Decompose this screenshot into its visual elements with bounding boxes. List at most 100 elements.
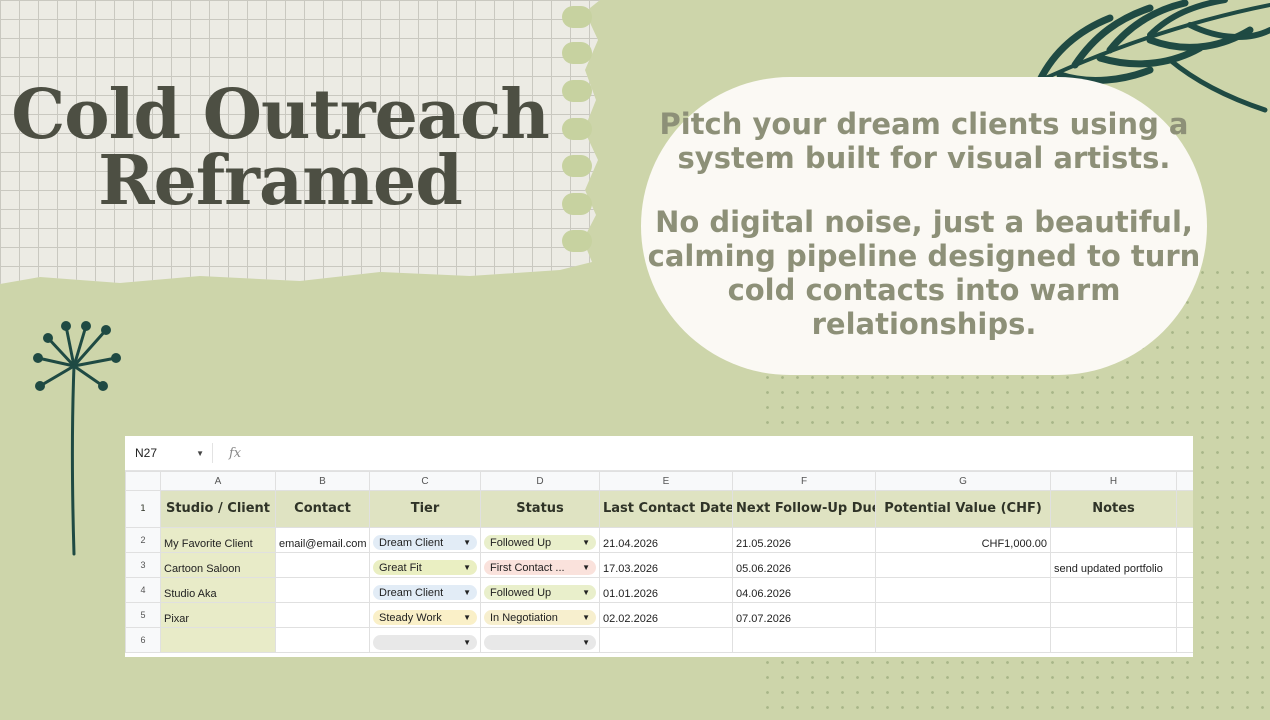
value-cell[interactable] xyxy=(875,552,1051,578)
header-cell[interactable]: Next Follow-Up Due xyxy=(732,490,876,528)
notes-cell[interactable] xyxy=(1050,627,1177,653)
empty-cell[interactable] xyxy=(1176,527,1193,553)
next-followup-cell[interactable]: 04.06.2026 xyxy=(732,577,876,603)
row-number[interactable]: 6 xyxy=(125,627,161,653)
status-cell[interactable]: In Negotiation ▼ xyxy=(480,602,600,628)
column-header[interactable]: E xyxy=(599,471,733,491)
tier-dropdown[interactable]: ▼ xyxy=(373,635,477,650)
row-number[interactable]: 5 xyxy=(125,602,161,628)
last-contact-cell[interactable] xyxy=(599,627,733,653)
dropdown-arrow-icon: ▼ xyxy=(582,638,590,647)
dropdown-arrow-icon: ▼ xyxy=(463,538,471,547)
header-cell[interactable]: Last Contact Date xyxy=(599,490,733,528)
header-cell[interactable] xyxy=(1176,490,1193,528)
table-row: 5 Pixar Steady Work ▼ In Negotiation ▼ 02.02.2… xyxy=(125,602,1193,628)
tier-cell[interactable]: Dream Client ▼ xyxy=(369,527,481,553)
notes-cell[interactable] xyxy=(1050,577,1177,603)
next-followup-cell[interactable] xyxy=(732,627,876,653)
client-cell[interactable]: My Favorite Client xyxy=(160,527,276,553)
chevron-down-icon: ▼ xyxy=(196,448,204,458)
next-followup-cell[interactable]: 05.06.2026 xyxy=(732,552,876,578)
tier-dropdown[interactable]: Steady Work ▼ xyxy=(373,610,477,625)
contact-cell[interactable] xyxy=(275,577,370,603)
status-value: First Contact ... xyxy=(490,561,565,574)
dropdown-arrow-icon: ▼ xyxy=(463,638,471,647)
pitch-bubble: Pitch your dream clients using a system … xyxy=(641,77,1207,375)
fx-icon: fx xyxy=(229,445,242,461)
column-header[interactable]: G xyxy=(875,471,1051,491)
empty-cell[interactable] xyxy=(1176,577,1193,603)
notes-cell[interactable] xyxy=(1050,602,1177,628)
column-header[interactable]: H xyxy=(1050,471,1177,491)
column-header[interactable]: F xyxy=(732,471,876,491)
header-cell[interactable]: Potential Value (CHF) xyxy=(875,490,1051,528)
contact-cell[interactable] xyxy=(275,552,370,578)
header-cell[interactable]: Notes xyxy=(1050,490,1177,528)
name-box[interactable]: N27 ▼ xyxy=(125,443,213,463)
row-number[interactable]: 2 xyxy=(125,527,161,553)
last-contact-cell[interactable]: 01.01.2026 xyxy=(599,577,733,603)
row-number[interactable]: 4 xyxy=(125,577,161,603)
empty-cell[interactable] xyxy=(1176,602,1193,628)
value-cell[interactable] xyxy=(875,602,1051,628)
client-cell[interactable] xyxy=(160,627,276,653)
tier-dropdown[interactable]: Great Fit ▼ xyxy=(373,560,477,575)
header-cell[interactable]: Status xyxy=(480,490,600,528)
select-all-corner[interactable] xyxy=(125,471,161,491)
header-cell[interactable]: Contact xyxy=(275,490,370,528)
contact-cell[interactable]: email@email.com xyxy=(275,527,370,553)
dropdown-arrow-icon: ▼ xyxy=(582,538,590,547)
tier-cell[interactable]: Steady Work ▼ xyxy=(369,602,481,628)
status-dropdown[interactable]: First Contact ... ▼ xyxy=(484,560,596,575)
tier-value: Steady Work xyxy=(379,611,442,624)
tier-dropdown[interactable]: Dream Client ▼ xyxy=(373,535,477,550)
column-header[interactable]: C xyxy=(369,471,481,491)
last-contact-cell[interactable]: 17.03.2026 xyxy=(599,552,733,578)
tier-value: Dream Client xyxy=(379,586,444,599)
tier-dropdown[interactable]: Dream Client ▼ xyxy=(373,585,477,600)
status-dropdown[interactable]: Followed Up ▼ xyxy=(484,585,596,600)
status-dropdown[interactable]: ▼ xyxy=(484,635,596,650)
row-number[interactable]: 3 xyxy=(125,552,161,578)
status-cell[interactable]: Followed Up ▼ xyxy=(480,577,600,603)
value-cell[interactable] xyxy=(875,577,1051,603)
status-cell[interactable]: Followed Up ▼ xyxy=(480,527,600,553)
page-title: Cold Outreach Reframed xyxy=(11,75,550,221)
row-number[interactable]: 1 xyxy=(125,490,161,528)
client-cell[interactable]: Studio Aka xyxy=(160,577,276,603)
client-cell[interactable]: Cartoon Saloon xyxy=(160,552,276,578)
column-header[interactable] xyxy=(1176,471,1193,491)
header-cell[interactable]: Tier xyxy=(369,490,481,528)
last-contact-cell[interactable]: 02.02.2026 xyxy=(599,602,733,628)
tier-cell[interactable]: ▼ xyxy=(369,627,481,653)
last-contact-cell[interactable]: 21.04.2026 xyxy=(599,527,733,553)
next-followup-cell[interactable]: 07.07.2026 xyxy=(732,602,876,628)
pitch-line-2: No digital noise, just a beautiful, calm… xyxy=(647,205,1201,341)
column-header[interactable]: A xyxy=(160,471,276,491)
status-dropdown[interactable]: In Negotiation ▼ xyxy=(484,610,596,625)
empty-cell[interactable] xyxy=(1176,552,1193,578)
column-header[interactable]: D xyxy=(480,471,600,491)
contact-cell[interactable] xyxy=(275,602,370,628)
value-cell[interactable] xyxy=(875,627,1051,653)
status-dropdown[interactable]: Followed Up ▼ xyxy=(484,535,596,550)
column-header-row: A B C D E F G H xyxy=(125,471,1193,491)
client-cell[interactable]: Pixar xyxy=(160,602,276,628)
value-cell[interactable]: CHF1,000.00 xyxy=(875,527,1051,553)
table-row: 6 ▼ ▼ xyxy=(125,627,1193,653)
dropdown-arrow-icon: ▼ xyxy=(463,588,471,597)
status-cell[interactable]: First Contact ... ▼ xyxy=(480,552,600,578)
notes-cell[interactable]: send updated portfolio xyxy=(1050,552,1177,578)
header-row: 1 Studio / Client Contact Tier Status La… xyxy=(125,490,1193,528)
tier-cell[interactable]: Dream Client ▼ xyxy=(369,577,481,603)
tier-value: Great Fit xyxy=(379,561,422,574)
notes-cell[interactable] xyxy=(1050,527,1177,553)
empty-cell[interactable] xyxy=(1176,627,1193,653)
dropdown-arrow-icon: ▼ xyxy=(463,563,471,572)
contact-cell[interactable] xyxy=(275,627,370,653)
tier-cell[interactable]: Great Fit ▼ xyxy=(369,552,481,578)
next-followup-cell[interactable]: 21.05.2026 xyxy=(732,527,876,553)
status-cell[interactable]: ▼ xyxy=(480,627,600,653)
column-header[interactable]: B xyxy=(275,471,370,491)
header-cell[interactable]: Studio / Client xyxy=(160,490,276,528)
